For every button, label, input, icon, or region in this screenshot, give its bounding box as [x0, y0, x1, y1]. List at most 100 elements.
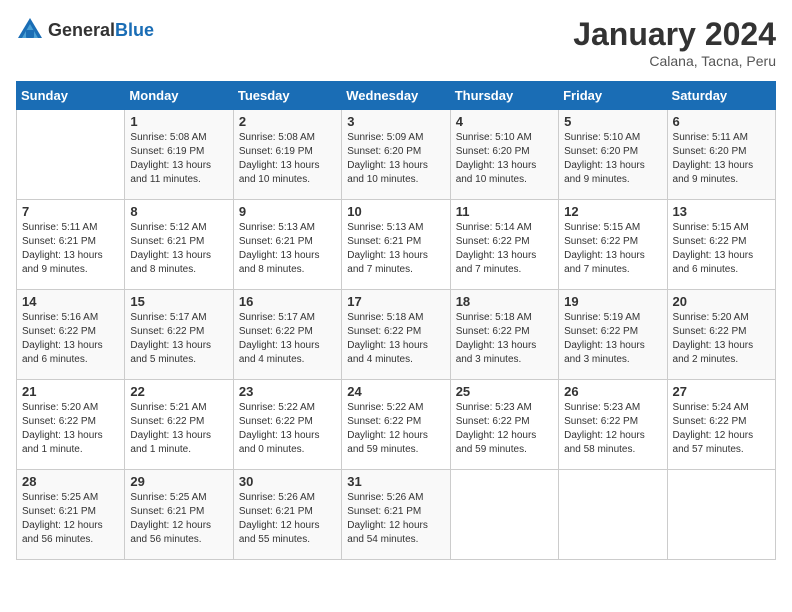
day-cell	[667, 470, 775, 560]
day-number: 20	[673, 294, 770, 309]
day-cell: 8Sunrise: 5:12 AM Sunset: 6:21 PM Daylig…	[125, 200, 233, 290]
day-number: 25	[456, 384, 553, 399]
day-info: Sunrise: 5:18 AM Sunset: 6:22 PM Dayligh…	[347, 311, 444, 367]
day-cell: 2Sunrise: 5:08 AM Sunset: 6:19 PM Daylig…	[233, 110, 341, 200]
day-number: 4	[456, 114, 553, 129]
day-cell: 23 Sunrise: 5:22 AM Sunset: 6:22 PM Dayli…	[233, 380, 341, 470]
day-info: Sunrise: 5:25 AM Sunset: 6:21 PM Dayligh…	[22, 491, 119, 547]
day-cell: 30 Sunrise: 5:26 AM Sunset: 6:21 PM Dayli…	[233, 470, 341, 560]
col-header-thursday: Thursday	[450, 82, 558, 110]
day-cell: 9Sunrise: 5:13 AM Sunset: 6:21 PM Daylig…	[233, 200, 341, 290]
week-row-5: 28 Sunrise: 5:25 AM Sunset: 6:21 PM Dayli…	[17, 470, 776, 560]
day-cell: 5 Sunrise: 5:10 AM Sunset: 6:20 PM Daylig…	[559, 110, 667, 200]
day-info: Sunrise: 5:26 AM Sunset: 6:21 PM Dayligh…	[239, 491, 336, 547]
logo-text-general: General	[48, 20, 115, 40]
day-number: 28	[22, 474, 119, 489]
day-number: 21	[22, 384, 119, 399]
day-cell: 29 Sunrise: 5:25 AM Sunset: 6:21 PM Dayli…	[125, 470, 233, 560]
day-info: Sunrise: 5:26 AM Sunset: 6:21 PM Dayligh…	[347, 491, 444, 547]
day-cell: 21 Sunrise: 5:20 AM Sunset: 6:22 PM Dayli…	[17, 380, 125, 470]
day-info: Sunrise: 5:17 AM Sunset: 6:22 PM Dayligh…	[130, 311, 227, 367]
day-number: 29	[130, 474, 227, 489]
day-cell: 10Sunrise: 5:13 AM Sunset: 6:21 PM Dayli…	[342, 200, 450, 290]
day-cell	[450, 470, 558, 560]
day-number: 19	[564, 294, 661, 309]
page-header: GeneralBlue January 2024 Calana, Tacna, …	[16, 16, 776, 69]
calendar-table: SundayMondayTuesdayWednesdayThursdayFrid…	[16, 81, 776, 560]
day-number: 5	[564, 114, 661, 129]
logo: GeneralBlue	[16, 16, 154, 44]
day-info: Sunrise: 5:23 AM Sunset: 6:22 PM Dayligh…	[564, 401, 661, 457]
day-cell: 12 Sunrise: 5:15 AM Sunset: 6:22 PM Dayli…	[559, 200, 667, 290]
day-cell: 24 Sunrise: 5:22 AM Sunset: 6:22 PM Dayli…	[342, 380, 450, 470]
col-header-wednesday: Wednesday	[342, 82, 450, 110]
title-block: January 2024 Calana, Tacna, Peru	[573, 16, 776, 69]
col-header-saturday: Saturday	[667, 82, 775, 110]
calendar-subtitle: Calana, Tacna, Peru	[573, 53, 776, 69]
day-info: Sunrise: 5:08 AM Sunset: 6:19 PM Dayligh…	[130, 131, 227, 187]
day-cell: 25 Sunrise: 5:23 AM Sunset: 6:22 PM Dayli…	[450, 380, 558, 470]
day-info: Sunrise: 5:10 AM Sunset: 6:20 PM Dayligh…	[564, 131, 661, 187]
day-info: Sunrise: 5:22 AM Sunset: 6:22 PM Dayligh…	[239, 401, 336, 457]
col-header-sunday: Sunday	[17, 82, 125, 110]
week-row-2: 7Sunrise: 5:11 AM Sunset: 6:21 PM Daylig…	[17, 200, 776, 290]
day-number: 13	[673, 204, 770, 219]
week-row-3: 14 Sunrise: 5:16 AM Sunset: 6:22 PM Dayli…	[17, 290, 776, 380]
day-info: Sunrise: 5:14 AM Sunset: 6:22 PM Dayligh…	[456, 221, 553, 277]
day-number: 23	[239, 384, 336, 399]
day-info: Sunrise: 5:20 AM Sunset: 6:22 PM Dayligh…	[22, 401, 119, 457]
day-info: Sunrise: 5:13 AM Sunset: 6:21 PM Dayligh…	[347, 221, 444, 277]
day-info: Sunrise: 5:10 AM Sunset: 6:20 PM Dayligh…	[456, 131, 553, 187]
day-info: Sunrise: 5:08 AM Sunset: 6:19 PM Dayligh…	[239, 131, 336, 187]
logo-text-blue: Blue	[115, 20, 154, 40]
day-number: 11	[456, 204, 553, 219]
day-info: Sunrise: 5:19 AM Sunset: 6:22 PM Dayligh…	[564, 311, 661, 367]
day-number: 27	[673, 384, 770, 399]
day-number: 3	[347, 114, 444, 129]
day-cell: 18 Sunrise: 5:18 AM Sunset: 6:22 PM Dayli…	[450, 290, 558, 380]
day-number: 31	[347, 474, 444, 489]
day-number: 18	[456, 294, 553, 309]
day-number: 15	[130, 294, 227, 309]
day-number: 22	[130, 384, 227, 399]
day-cell: 4 Sunrise: 5:10 AM Sunset: 6:20 PM Daylig…	[450, 110, 558, 200]
day-cell: 31 Sunrise: 5:26 AM Sunset: 6:21 PM Dayli…	[342, 470, 450, 560]
day-number: 14	[22, 294, 119, 309]
day-info: Sunrise: 5:18 AM Sunset: 6:22 PM Dayligh…	[456, 311, 553, 367]
logo-icon	[16, 16, 44, 44]
day-info: Sunrise: 5:09 AM Sunset: 6:20 PM Dayligh…	[347, 131, 444, 187]
day-cell: 17 Sunrise: 5:18 AM Sunset: 6:22 PM Dayli…	[342, 290, 450, 380]
header-row: SundayMondayTuesdayWednesdayThursdayFrid…	[17, 82, 776, 110]
day-number: 30	[239, 474, 336, 489]
col-header-monday: Monday	[125, 82, 233, 110]
day-number: 17	[347, 294, 444, 309]
day-info: Sunrise: 5:11 AM Sunset: 6:21 PM Dayligh…	[22, 221, 119, 277]
day-info: Sunrise: 5:11 AM Sunset: 6:20 PM Dayligh…	[673, 131, 770, 187]
day-cell: 20Sunrise: 5:20 AM Sunset: 6:22 PM Dayli…	[667, 290, 775, 380]
day-cell: 7Sunrise: 5:11 AM Sunset: 6:21 PM Daylig…	[17, 200, 125, 290]
day-cell: 1 Sunrise: 5:08 AM Sunset: 6:19 PM Daylig…	[125, 110, 233, 200]
day-info: Sunrise: 5:16 AM Sunset: 6:22 PM Dayligh…	[22, 311, 119, 367]
week-row-4: 21 Sunrise: 5:20 AM Sunset: 6:22 PM Dayli…	[17, 380, 776, 470]
day-number: 1	[130, 114, 227, 129]
day-info: Sunrise: 5:15 AM Sunset: 6:22 PM Dayligh…	[564, 221, 661, 277]
day-cell	[17, 110, 125, 200]
day-info: Sunrise: 5:25 AM Sunset: 6:21 PM Dayligh…	[130, 491, 227, 547]
day-info: Sunrise: 5:13 AM Sunset: 6:21 PM Dayligh…	[239, 221, 336, 277]
day-info: Sunrise: 5:21 AM Sunset: 6:22 PM Dayligh…	[130, 401, 227, 457]
day-cell: 14 Sunrise: 5:16 AM Sunset: 6:22 PM Dayli…	[17, 290, 125, 380]
day-number: 12	[564, 204, 661, 219]
day-info: Sunrise: 5:23 AM Sunset: 6:22 PM Dayligh…	[456, 401, 553, 457]
day-info: Sunrise: 5:15 AM Sunset: 6:22 PM Dayligh…	[673, 221, 770, 277]
day-cell: 6Sunrise: 5:11 AM Sunset: 6:20 PM Daylig…	[667, 110, 775, 200]
day-number: 16	[239, 294, 336, 309]
week-row-1: 1 Sunrise: 5:08 AM Sunset: 6:19 PM Daylig…	[17, 110, 776, 200]
day-cell: 15 Sunrise: 5:17 AM Sunset: 6:22 PM Dayli…	[125, 290, 233, 380]
day-info: Sunrise: 5:22 AM Sunset: 6:22 PM Dayligh…	[347, 401, 444, 457]
day-number: 24	[347, 384, 444, 399]
calendar-title: January 2024	[573, 16, 776, 53]
day-cell	[559, 470, 667, 560]
col-header-tuesday: Tuesday	[233, 82, 341, 110]
day-number: 26	[564, 384, 661, 399]
day-info: Sunrise: 5:17 AM Sunset: 6:22 PM Dayligh…	[239, 311, 336, 367]
